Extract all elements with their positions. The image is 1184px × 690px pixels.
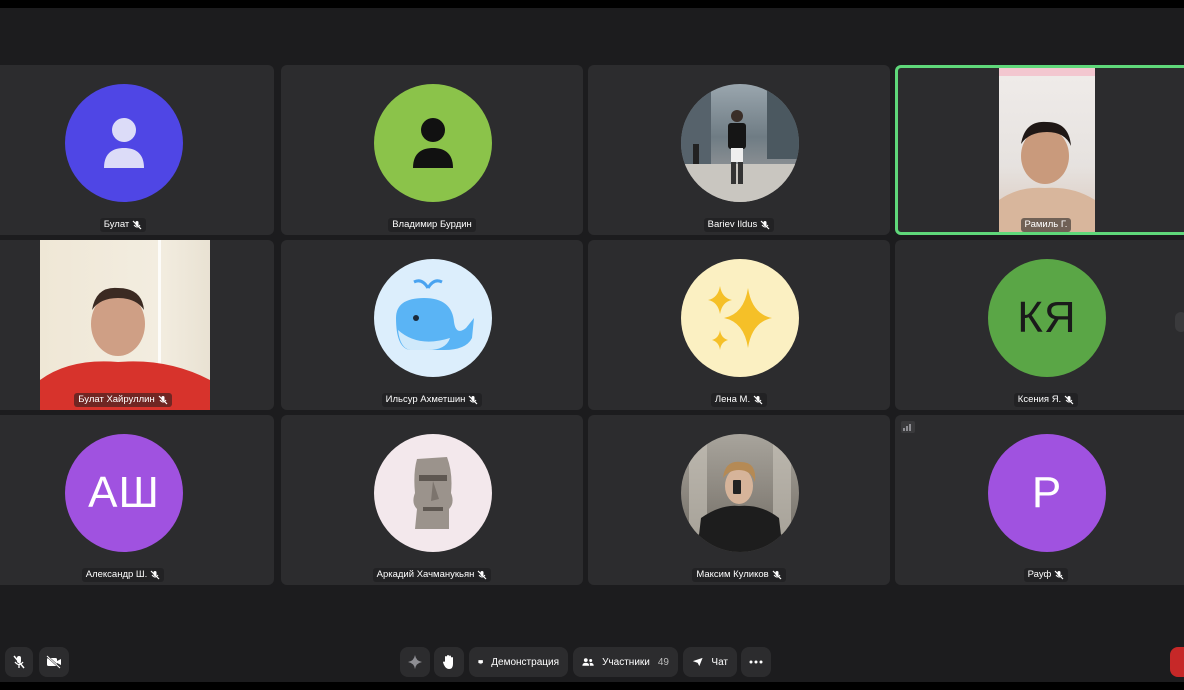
- participant-name: Ильсур Ахметшин: [385, 394, 466, 405]
- participant-name-tag: Лена М.: [588, 393, 890, 407]
- avatar: Р: [988, 434, 1106, 552]
- mic-off-icon: [772, 570, 782, 580]
- participant-name-tag: Булат: [0, 218, 274, 232]
- mic-off-icon: [477, 570, 487, 580]
- participant-tile[interactable]: Ильсур Ахметшин: [281, 240, 583, 410]
- avatar: [374, 84, 492, 202]
- participant-tile[interactable]: АШ Александр Ш.: [0, 415, 274, 585]
- participant-name-tag: Ильсур Ахметшин: [281, 393, 583, 407]
- hand-icon: [443, 655, 453, 669]
- avatar-initials: КЯ: [1017, 293, 1077, 342]
- participant-name: Владимир Бурдин: [392, 219, 472, 230]
- participant-tile[interactable]: КЯ Ксения Я.: [895, 240, 1184, 410]
- whale-emoji: [396, 279, 474, 350]
- avatar: [374, 434, 492, 552]
- mic-off-icon: [132, 220, 142, 230]
- mic-off-icon: [760, 220, 770, 230]
- participant-name-tag: Ксения Я.: [895, 393, 1184, 407]
- participant-name-tag: Булат Хайруллин: [0, 393, 274, 407]
- participant-name: Рауф: [1027, 569, 1052, 580]
- mic-off-icon: [158, 395, 168, 405]
- mic-off-icon: [468, 395, 478, 405]
- user-icon: [104, 118, 144, 168]
- camera-off-icon: [46, 655, 61, 669]
- more-button[interactable]: [741, 647, 771, 677]
- effects-button[interactable]: [400, 647, 430, 677]
- mic-off-icon: [753, 395, 763, 405]
- signal-strength-icon: [901, 421, 915, 433]
- participant-name: Александр Ш.: [85, 569, 148, 580]
- participant-tile[interactable]: Булат: [0, 65, 274, 235]
- participant-tile[interactable]: Лена М.: [588, 240, 890, 410]
- participant-tile[interactable]: Владимир Бурдин: [281, 65, 583, 235]
- moai-emoji: [413, 457, 453, 529]
- avatar-photo: [681, 84, 799, 202]
- participant-name-tag: Bariev Ildus: [588, 218, 890, 232]
- window-top-bar: [0, 0, 1184, 8]
- participant-name: Лена М.: [714, 394, 751, 405]
- participant-video: [40, 240, 210, 410]
- person-photo: [689, 444, 791, 552]
- mic-off-icon: [13, 655, 25, 669]
- participant-name: Максим Куликов: [696, 569, 769, 580]
- participant-tile[interactable]: Булат Хайруллин: [0, 240, 274, 410]
- participant-name: Булат Хайруллин: [78, 394, 155, 405]
- mic-toggle-button[interactable]: [5, 647, 33, 677]
- chat-label: Чат: [711, 656, 728, 668]
- avatar-photo: [681, 434, 799, 552]
- avatar: АШ: [65, 434, 183, 552]
- participant-tile-active-speaker[interactable]: Рамиль Г.: [895, 65, 1184, 235]
- mic-off-icon: [1054, 570, 1064, 580]
- participant-name-tag: Александр Ш.: [0, 568, 274, 582]
- next-page-handle[interactable]: [1175, 312, 1184, 332]
- participant-name: Ксения Я.: [1017, 394, 1062, 405]
- camera-toggle-button[interactable]: [39, 647, 69, 677]
- more-icon: [749, 660, 763, 664]
- chat-button[interactable]: Чат: [683, 647, 737, 677]
- user-icon: [413, 118, 453, 168]
- avatar: [681, 259, 799, 377]
- participant-tile[interactable]: Аркадий Хачманукьян: [281, 415, 583, 585]
- participant-tile[interactable]: Bariev Ildus: [588, 65, 890, 235]
- participant-tile[interactable]: Максим Куликов: [588, 415, 890, 585]
- participant-name-tag: Максим Куликов: [588, 568, 890, 582]
- people-icon: [582, 658, 594, 666]
- avatar: [65, 84, 183, 202]
- mic-off-icon: [1064, 395, 1074, 405]
- participant-name: Аркадий Хачманукьян: [376, 569, 475, 580]
- screen-share-icon: [478, 660, 483, 665]
- participant-name-tag: Аркадий Хачманукьян: [281, 568, 583, 582]
- participant-name: Булат: [103, 219, 130, 230]
- participants-count: 49: [657, 656, 669, 668]
- sparkle-icon: [408, 655, 422, 669]
- avatar: [374, 259, 492, 377]
- participant-name-tag: Рауф: [895, 568, 1184, 582]
- send-icon: [692, 657, 703, 667]
- participants-button[interactable]: Участники 49: [573, 647, 678, 677]
- sparkles-emoji: [708, 286, 772, 350]
- end-call-button[interactable]: [1170, 647, 1184, 677]
- window-bottom-bar: [0, 682, 1184, 690]
- participant-name: Рамиль Г.: [1024, 219, 1068, 230]
- avatar: КЯ: [988, 259, 1106, 377]
- person-photo: [681, 84, 799, 202]
- participant-name-tag: Владимир Бурдин: [281, 218, 583, 232]
- participant-video: [999, 68, 1095, 232]
- screen-share-label: Демонстрация: [491, 656, 559, 668]
- mic-off-icon: [150, 570, 160, 580]
- avatar-initials: АШ: [88, 468, 160, 517]
- participant-name: Bariev Ildus: [707, 219, 758, 230]
- participants-label: Участники: [602, 656, 650, 668]
- avatar-initials: Р: [1031, 468, 1063, 517]
- participant-tile[interactable]: Р Рауф: [895, 415, 1184, 585]
- screen-share-button[interactable]: Демонстрация: [469, 647, 568, 677]
- participant-name-tag: Рамиль Г.: [895, 218, 1184, 232]
- raise-hand-button[interactable]: [434, 647, 464, 677]
